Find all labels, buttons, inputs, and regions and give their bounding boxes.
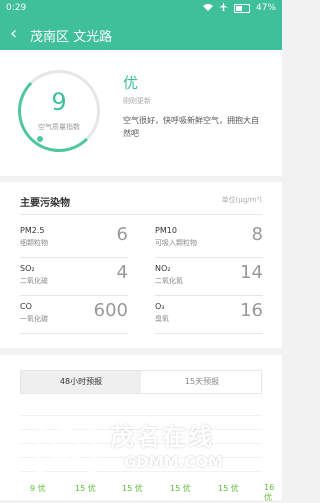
pollutant-value: 600 (93, 300, 128, 321)
pollutant-pm10: PM10 可吸入颗粒物 8 (155, 224, 263, 262)
pollutant-cn-name: 一氧化碳 (20, 315, 48, 323)
battery-icon (233, 3, 250, 13)
pollutant-underline (155, 295, 263, 296)
tab-48-hour[interactable]: 48小时预报 (21, 371, 141, 393)
forecast-label: 15 优 (75, 484, 96, 493)
pollutant-value: 4 (116, 262, 128, 283)
wifi-icon (202, 3, 213, 14)
pollutant-value: 16 (240, 300, 263, 321)
aqi-card: 9 空气质量指数 (0, 50, 282, 176)
pollutant-underline (20, 333, 128, 334)
watermark: 茂名在线 GDMM.COM (32, 413, 262, 483)
health-advice: 空气很好，快呼吸新鲜空气，拥抱大自然吧 (123, 116, 259, 138)
status-time: 0:29 (6, 3, 27, 13)
pollutant-value: 6 (116, 224, 128, 245)
watermark-logo (35, 416, 97, 475)
pollutant-value: 8 (251, 224, 263, 245)
pollutant-pm25: PM2.5 细颗粒物 6 (20, 224, 128, 262)
pollutant-cn-name: 臭氧 (155, 315, 169, 323)
top-bar: 0:29 47% ‹ 茂南区 文光路 (0, 0, 282, 50)
aqi-level: 优 (123, 74, 139, 92)
pollutant-name: PM10 (155, 226, 177, 235)
pollutant-name: O₃ (155, 302, 165, 311)
pollutants-unit: 单位(μg/m³) (221, 196, 262, 204)
aqi-value: 9 (51, 88, 67, 116)
pollutant-no2: NO₂ 二氧化氮 14 (155, 262, 263, 300)
battery-percent: 47% (255, 3, 276, 13)
airplane-icon (218, 2, 228, 14)
pollutant-cn-name: 二氧化氮 (155, 277, 183, 285)
pollutant-name: CO (20, 302, 32, 311)
pollutant-cn-name: 可吸入颗粒物 (155, 239, 197, 247)
forecast-label: 16 优 (264, 483, 275, 502)
aqi-caption: 空气质量指数 (38, 123, 80, 131)
tab-15-day[interactable]: 15天预报 (142, 371, 262, 393)
page-title: 茂南区 文光路 (30, 30, 113, 45)
forecast-label: 15 优 (122, 484, 143, 493)
pollutant-co: CO 一氧化碳 600 (20, 300, 128, 338)
pollutant-name: SO₂ (20, 264, 35, 273)
update-status: 刚刚更新 (123, 97, 151, 105)
forecast-label: 15 优 (218, 484, 239, 493)
pollutant-underline (155, 257, 263, 258)
pollutants-title: 主要污染物 (20, 198, 70, 209)
status-icons: 47% (202, 2, 276, 14)
pollutant-so2: SO₂ 二氧化硫 4 (20, 262, 128, 300)
pollutant-underline (155, 333, 263, 334)
watermark-cn: 茂名在线 (110, 423, 214, 451)
forecast-tabs: 48小时预报 15天预报 (20, 370, 262, 394)
forecast-labels: 9 优 15 优 15 优 15 优 15 优 16 优 (0, 483, 282, 502)
pollutants-card: 主要污染物 单位(μg/m³) PM2.5 细颗粒物 6 PM10 可吸入颗粒物… (0, 182, 282, 348)
watermark-en: GDMM.COM (124, 453, 224, 471)
nav-row: ‹ 茂南区 文光路 (0, 22, 282, 48)
back-icon[interactable]: ‹ (10, 22, 17, 46)
pollutant-underline (20, 257, 128, 258)
pollutant-underline (20, 295, 128, 296)
pollutant-cn-name: 二氧化硫 (20, 277, 48, 285)
pollutant-name: NO₂ (155, 264, 171, 273)
status-bar: 0:29 47% (0, 0, 282, 16)
aqi-ring-marker (37, 136, 43, 142)
pollutant-value: 14 (240, 262, 263, 283)
forecast-label: 15 优 (170, 484, 191, 493)
pollutant-cn-name: 细颗粒物 (20, 239, 48, 247)
forecast-label: 9 优 (30, 484, 46, 493)
pollutant-o3: O₃ 臭氧 16 (155, 300, 263, 338)
pollutant-name: PM2.5 (20, 226, 45, 235)
divider (20, 214, 262, 215)
